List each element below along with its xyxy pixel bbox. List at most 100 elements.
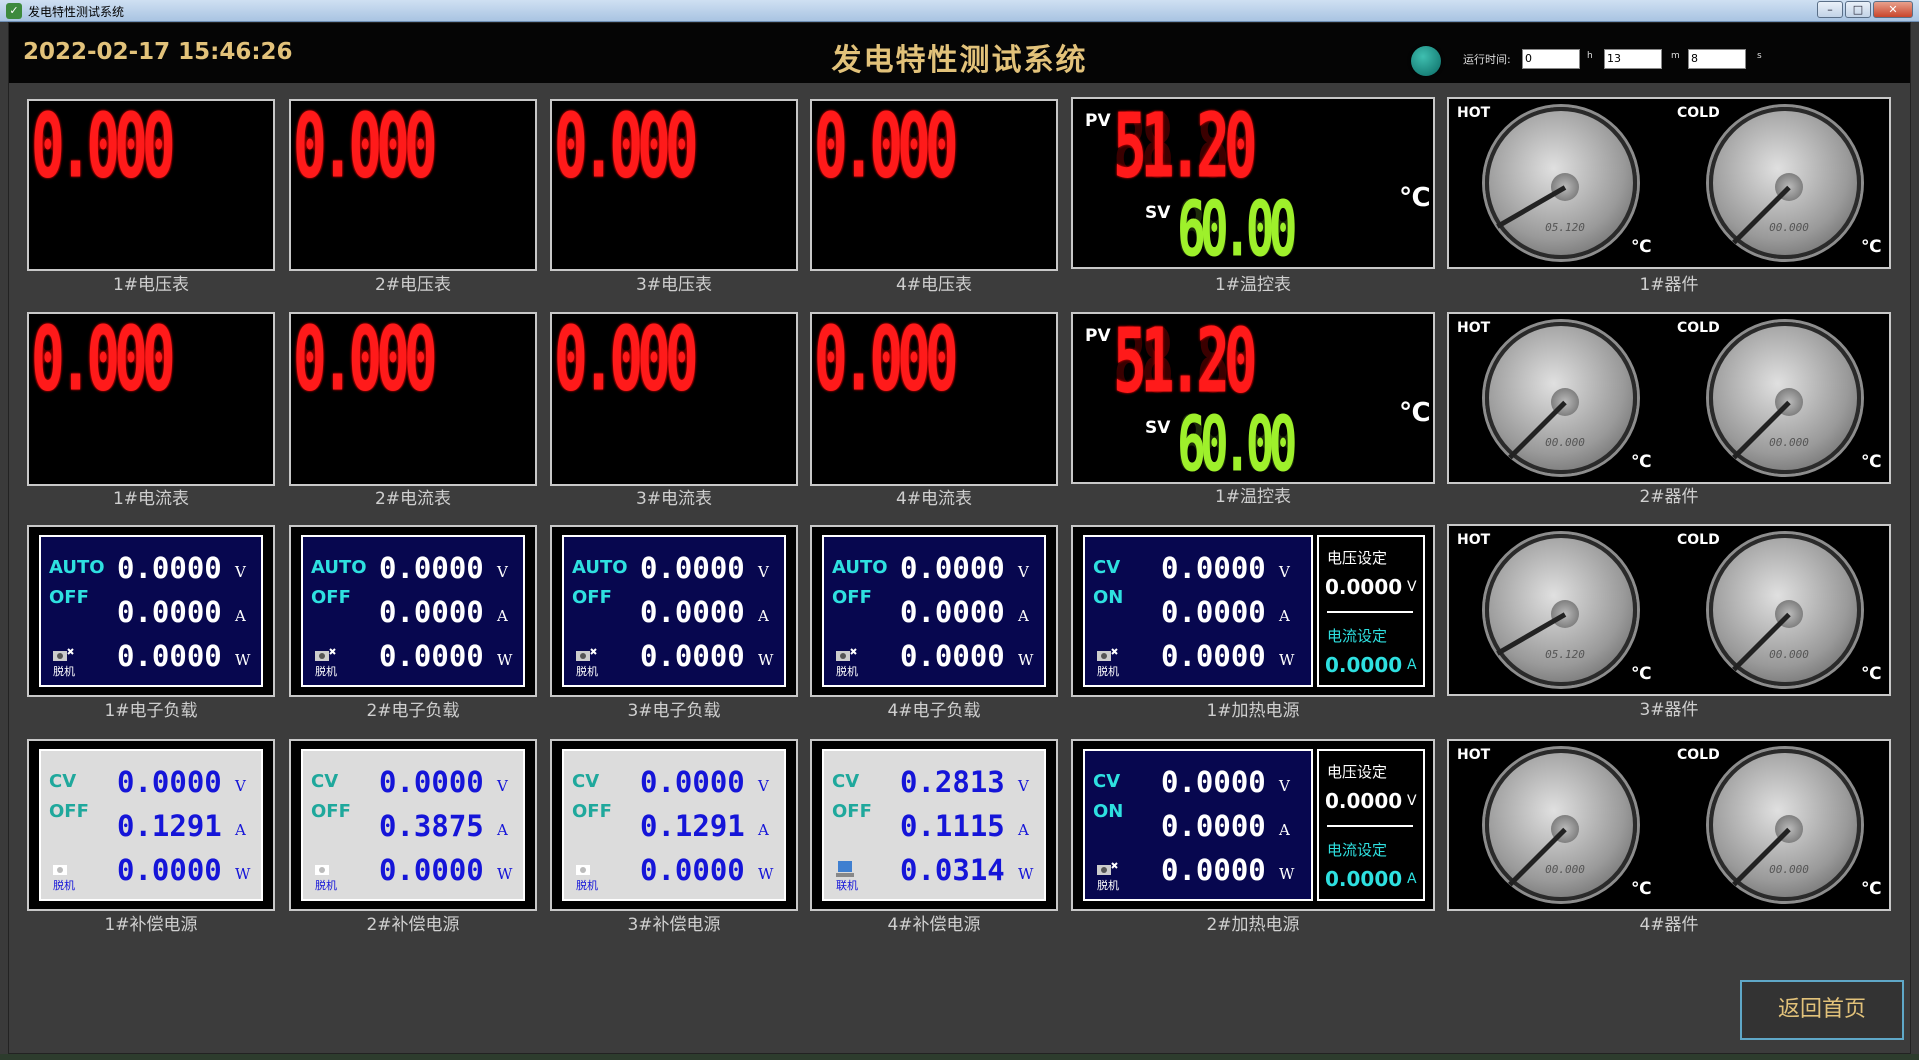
ammeter-label: 2#电流表 [374, 489, 452, 509]
voltmeter-3: 8.888 0.000 [550, 99, 798, 271]
load-display: AUTO OFF 0.0000 V 0.0000 A 0.0000 W 脱机 [562, 535, 786, 687]
temp-controller-2: PV 88.88 51.20 ℃ SV 88.88 60.00 [1071, 312, 1435, 484]
voltage-value: 0.0000 [379, 551, 484, 585]
seg-value: 0.000 [814, 312, 959, 412]
hot-gauge: 05.120 [1485, 107, 1637, 259]
status-led-icon [1411, 46, 1441, 76]
load-display: AUTO OFF 0.0000 V 0.0000 A 0.0000 W 脱机 [822, 535, 1046, 687]
hot-gauge: 00.000 [1485, 749, 1637, 901]
machine-status: 脱机 [836, 665, 858, 678]
state-label: ON [1093, 801, 1124, 822]
machine-icon [576, 648, 597, 661]
seg-value: 0.000 [31, 99, 176, 199]
v-unit: V [1279, 563, 1290, 581]
mode-label: AUTO [572, 557, 628, 578]
voltmeter-label: 4#电压表 [895, 275, 973, 295]
sv-tag: SV [1145, 203, 1171, 223]
runtime-minutes-field[interactable]: 13 [1604, 49, 1662, 69]
machine-icon [53, 648, 74, 661]
mode-label: CV [572, 771, 600, 792]
a-unit: A [758, 607, 769, 625]
machine-status: 脱机 [53, 665, 75, 678]
pv-value: 51.20 [1113, 312, 1258, 414]
divider [1327, 611, 1413, 613]
seg-value: 0.000 [554, 99, 699, 199]
voltage-value: 0.0000 [640, 765, 745, 799]
seg-value: 0.000 [814, 99, 959, 199]
device-gauges-4: HOT COLD 00.000 00.000 ℃ ℃ [1447, 739, 1891, 911]
mode-label: CV [1093, 557, 1121, 578]
v-unit: V [1279, 777, 1290, 795]
mode-label: AUTO [49, 557, 105, 578]
mode-label: CV [311, 771, 339, 792]
voltage-value: 0.0000 [379, 765, 484, 799]
gauge-readout: 00.000 [1545, 436, 1585, 449]
comp-supply-3: CV OFF 0.0000 V 0.1291 A 0.0000 W 脱机 [550, 739, 798, 911]
gauge-needle [1508, 400, 1567, 460]
state-label: OFF [832, 801, 872, 822]
machine-icon [1097, 648, 1118, 661]
voltage-set-value[interactable]: 0.0000 [1325, 789, 1402, 813]
runtime-seconds-field[interactable]: 8 [1688, 49, 1746, 69]
celsius-unit: ℃ [1631, 879, 1652, 899]
w-unit: W [1279, 651, 1295, 669]
state-label: ON [1093, 587, 1124, 608]
machine-icon [53, 865, 67, 875]
v-unit: V [497, 777, 508, 795]
machine-icon [315, 865, 329, 875]
celsius-unit: ℃ [1631, 664, 1652, 684]
hot-label: HOT [1457, 320, 1491, 336]
mode-label: AUTO [832, 557, 888, 578]
celsius-unit: ℃ [1631, 237, 1652, 257]
cold-gauge: 00.000 [1709, 322, 1861, 474]
w-unit: W [758, 865, 774, 883]
pv-tag: PV [1085, 326, 1111, 346]
seg-value: 0.000 [293, 99, 438, 199]
electronic-load-4: AUTO OFF 0.0000 V 0.0000 A 0.0000 W 脱机 [810, 525, 1058, 697]
cold-label: COLD [1677, 532, 1720, 548]
close-button[interactable]: ✕ [1873, 1, 1913, 18]
voltmeter-4: 8.888 0.000 [810, 99, 1058, 271]
power-value: 0.0000 [379, 639, 484, 673]
voltmeter-2: 8.888 0.000 [289, 99, 537, 271]
machine-status: 脱机 [315, 879, 337, 892]
cold-label: COLD [1677, 747, 1720, 763]
w-unit: W [1018, 651, 1034, 669]
cold-label: COLD [1677, 105, 1720, 121]
gauge-needle [1732, 400, 1791, 460]
current-set-value[interactable]: 0.0000 [1325, 653, 1402, 677]
load-display: AUTO OFF 0.0000 V 0.0000 A 0.0000 W 脱机 [39, 535, 263, 687]
voltage-value: 0.0000 [117, 765, 222, 799]
minimize-button[interactable]: – [1817, 1, 1843, 18]
back-home-button[interactable]: 返回首页 [1740, 980, 1904, 1040]
eload-label: 4#电子负载 [887, 701, 981, 721]
eload-label: 2#电子负载 [366, 701, 460, 721]
v-unit: V [1407, 793, 1417, 809]
current-set-value[interactable]: 0.0000 [1325, 867, 1402, 891]
ammeter-label: 4#电流表 [895, 489, 973, 509]
w-unit: W [1018, 865, 1034, 883]
w-unit: W [758, 651, 774, 669]
runtime-hours-field[interactable]: 0 [1522, 49, 1580, 69]
hot-label: HOT [1457, 532, 1491, 548]
state-label: OFF [311, 587, 351, 608]
temp-controller-label: 1#温控表 [1214, 275, 1292, 295]
voltage-set-value[interactable]: 0.0000 [1325, 575, 1402, 599]
device-label: 2#器件 [1639, 487, 1699, 507]
electronic-load-2: AUTO OFF 0.0000 V 0.0000 A 0.0000 W 脱机 [289, 525, 537, 697]
maximize-button[interactable]: □ [1845, 1, 1871, 18]
voltage-value: 0.0000 [1161, 765, 1266, 799]
power-value: 0.0000 [379, 853, 484, 887]
machine-icon [315, 648, 336, 661]
device-label: 3#器件 [1639, 700, 1699, 720]
heat-supply-label: 1#加热电源 [1206, 701, 1300, 721]
a-unit: A [235, 821, 246, 839]
comp-supply-2: CV OFF 0.0000 V 0.3875 A 0.0000 W 脱机 [289, 739, 537, 911]
power-value: 0.0000 [640, 639, 745, 673]
gauge-needle [1732, 612, 1791, 672]
ammeter-4: 8.888 0.000 [810, 312, 1058, 486]
v-unit: V [497, 563, 508, 581]
seg-value: 0.000 [554, 312, 699, 412]
machine-icon [1097, 862, 1118, 875]
current-set-label: 电流设定 [1327, 841, 1388, 859]
